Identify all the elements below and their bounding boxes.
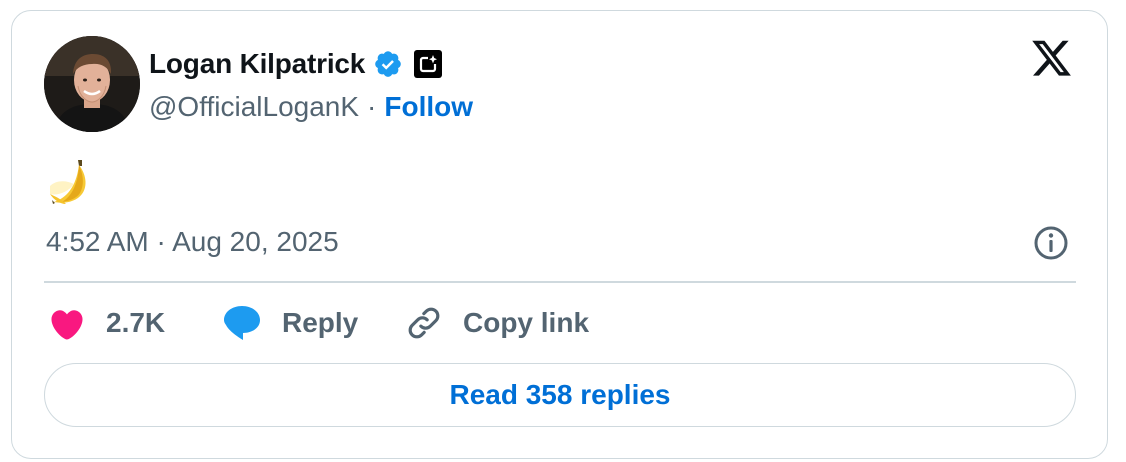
tweet-timestamp[interactable]: 4:52 AM · Aug 20, 2025: [46, 222, 339, 262]
like-count: 2.7K: [106, 307, 166, 338]
copy-link-button[interactable]: Copy link: [405, 300, 589, 346]
follow-button[interactable]: Follow: [384, 91, 473, 123]
copy-link-label: Copy link: [463, 307, 590, 338]
author-handle[interactable]: @OfficialLoganK: [149, 91, 359, 123]
verified-badge-icon: [375, 51, 401, 77]
read-replies-label: Read 358 replies: [449, 379, 671, 410]
read-replies-button[interactable]: Read 358 replies: [44, 363, 1076, 427]
link-icon: [408, 307, 440, 339]
affiliate-badge-icon[interactable]: [413, 49, 443, 79]
like-button[interactable]: 2.7K: [48, 300, 165, 346]
avatar-image: [44, 36, 140, 132]
divider: [44, 281, 1076, 283]
x-logo-icon[interactable]: [1030, 40, 1073, 80]
info-icon[interactable]: [1032, 224, 1070, 262]
reply-bubble-icon: [224, 306, 260, 340]
reply-button[interactable]: Reply: [222, 300, 358, 346]
heart-icon: [51, 310, 83, 340]
reply-label: Reply: [282, 307, 359, 338]
author-name-row: Logan Kilpatrick: [149, 44, 443, 84]
separator-dot: ·: [367, 91, 377, 122]
avatar[interactable]: [44, 36, 140, 132]
author-name[interactable]: Logan Kilpatrick: [149, 48, 365, 80]
banana-emoji: [50, 160, 86, 204]
handle-row: @OfficialLoganK · Follow: [149, 88, 473, 126]
